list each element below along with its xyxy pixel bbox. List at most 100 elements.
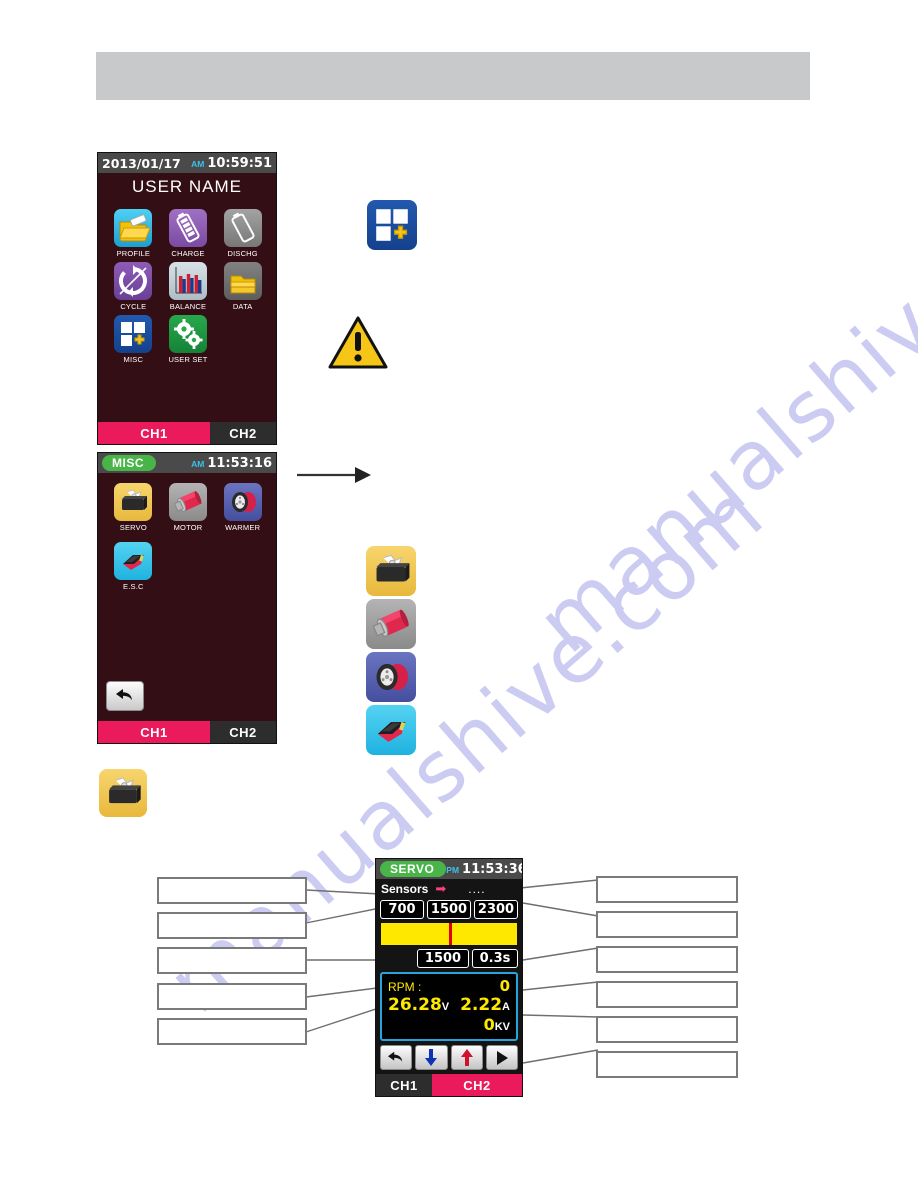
menu-label: PROFILE — [116, 249, 151, 258]
rpm-value: 0 — [499, 977, 510, 995]
servo-play-button[interactable] — [485, 1045, 518, 1070]
current-unit: A — [502, 1001, 510, 1013]
misc-item-esc[interactable]: E.S.C — [106, 542, 161, 591]
flow-arrow-connector — [297, 467, 371, 483]
servo-icon — [114, 483, 153, 521]
home-screen[interactable]: 2013/01/17 AM 10:59:51 USER NAME PROFILE — [97, 152, 277, 445]
callout-right-5[interactable] — [596, 1016, 738, 1043]
standalone-misc-grid-plus-icon — [367, 200, 417, 250]
callout-left-2[interactable] — [157, 912, 307, 939]
voltage-value: 26.28 — [388, 995, 442, 1015]
esc-icon — [114, 542, 153, 580]
misc-label: SERVO — [119, 523, 147, 532]
status-date: 2013/01/17 — [102, 155, 181, 171]
battery-charge-icon — [168, 209, 207, 247]
warmer-tire-icon — [223, 483, 262, 521]
rpm-line: RPM : 0 — [388, 977, 510, 995]
current-group: 2.22A — [460, 995, 510, 1015]
kv-unit: KV — [494, 1021, 510, 1033]
servo-channel-tabs: CH1 CH2 — [376, 1074, 522, 1096]
callout-left-5[interactable] — [157, 1018, 307, 1045]
menu-item-balance[interactable]: BALANCE — [161, 262, 216, 311]
tab-ch1[interactable]: CH1 — [98, 422, 210, 444]
bar-chart-icon — [168, 262, 207, 300]
slider-needle — [449, 923, 452, 945]
menu-item-dischg[interactable]: DISCHG — [215, 209, 270, 258]
servo-current-row: 1500 0.3s — [376, 949, 522, 968]
standalone-esc-icon — [366, 705, 416, 755]
misc-item-servo[interactable]: SERVO — [106, 483, 161, 532]
play-arrow-icon — [496, 1050, 508, 1065]
misc-status-bar: MISC AM 11:53:16 — [98, 453, 276, 473]
misc-label: E.S.C — [123, 582, 144, 591]
servo-position-slider[interactable] — [380, 922, 518, 946]
menu-item-misc[interactable]: MISC — [106, 315, 161, 364]
status-ampm: AM — [191, 158, 205, 169]
servo-screen[interactable]: SERVO PM 11:53:36 Sensors ➡ .... 700 150… — [375, 858, 523, 1097]
status-ampm: AM — [191, 458, 205, 469]
misc-item-motor[interactable]: MOTOR — [161, 483, 216, 532]
callout-right-3[interactable] — [596, 946, 738, 973]
servo-body: Sensors ➡ .... 700 1500 2300 1500 0.3s R… — [376, 879, 522, 1074]
menu-label: DATA — [232, 302, 253, 311]
menu-item-charge[interactable]: CHARGE — [161, 209, 216, 258]
tab-ch1[interactable]: CH1 — [98, 721, 210, 743]
tab-ch2[interactable]: CH2 — [210, 422, 276, 444]
tab-ch2[interactable]: CH2 — [210, 721, 276, 743]
speed-field[interactable]: 0.3s — [472, 949, 518, 968]
menu-item-user-set[interactable]: USER SET — [161, 315, 216, 364]
callout-right-1[interactable] — [596, 876, 738, 903]
menu-label: DISCHG — [227, 249, 258, 258]
servo-down-button[interactable] — [415, 1045, 448, 1070]
limit-mid-field[interactable]: 1500 — [427, 900, 471, 919]
current-value: 2.22 — [460, 995, 503, 1015]
voltage-group: 26.28V — [388, 995, 449, 1015]
callout-left-4[interactable] — [157, 983, 307, 1010]
gears-icon — [168, 315, 207, 353]
status-time: 11:53:36 — [462, 861, 523, 877]
current-position-field[interactable]: 1500 — [417, 949, 469, 968]
limit-min-field[interactable]: 700 — [380, 900, 424, 919]
callout-left-3[interactable] — [157, 947, 307, 974]
back-arrow-icon — [116, 689, 132, 701]
tab-ch2[interactable]: CH2 — [432, 1074, 522, 1096]
kv-line: 0KV — [388, 1015, 510, 1035]
callout-right-6[interactable] — [596, 1051, 738, 1078]
sensors-row[interactable]: Sensors ➡ .... — [376, 879, 522, 899]
servo-readout-panel: RPM : 0 26.28V 2.22A 0KV — [380, 972, 518, 1041]
callout-right-2[interactable] — [596, 911, 738, 938]
home-icon-grid: PROFILE CHARGE DISCHG CYCLE BALANCE DATA… — [106, 209, 270, 364]
up-arrow-icon — [460, 1049, 473, 1066]
voltage-current-line: 26.28V 2.22A — [388, 995, 510, 1015]
rpm-label: RPM : — [388, 980, 422, 994]
screen-title-badge: MISC — [102, 455, 156, 471]
cycle-arrows-icon — [114, 262, 153, 300]
standalone-motor-icon — [366, 599, 416, 649]
misc-back-button[interactable] — [106, 681, 144, 711]
down-arrow-icon — [425, 1049, 438, 1066]
voltage-unit: V — [441, 1001, 450, 1013]
misc-label: WARMER — [225, 523, 261, 532]
misc-item-warmer[interactable]: WARMER — [215, 483, 270, 532]
callout-left-1[interactable] — [157, 877, 307, 904]
callout-right-4[interactable] — [596, 981, 738, 1008]
right-arrow-icon: ➡ — [435, 881, 447, 896]
manual-page: manualshive.com manualshive.com 2013/01/… — [0, 0, 918, 1188]
misc-screen[interactable]: MISC AM 11:53:16 SERVO MOTOR WARMER E.S.… — [97, 452, 277, 744]
servo-back-button[interactable] — [380, 1045, 413, 1070]
menu-item-cycle[interactable]: CYCLE — [106, 262, 161, 311]
misc-channel-tabs: CH1 CH2 — [98, 721, 276, 743]
menu-label: BALANCE — [169, 302, 207, 311]
limit-max-field[interactable]: 2300 — [474, 900, 518, 919]
menu-item-data[interactable]: DATA — [215, 262, 270, 311]
status-ampm: PM — [446, 864, 460, 875]
servo-up-button[interactable] — [450, 1045, 483, 1070]
menu-label: MISC — [123, 355, 144, 364]
tab-ch1[interactable]: CH1 — [376, 1074, 432, 1096]
user-name-label: USER NAME — [131, 177, 243, 196]
screen-title-badge: SERVO — [380, 861, 447, 877]
sensors-label: Sensors — [381, 882, 429, 896]
profile-folder-icon — [114, 209, 153, 247]
menu-item-profile[interactable]: PROFILE — [106, 209, 161, 258]
misc-grid-plus-icon — [114, 315, 153, 353]
